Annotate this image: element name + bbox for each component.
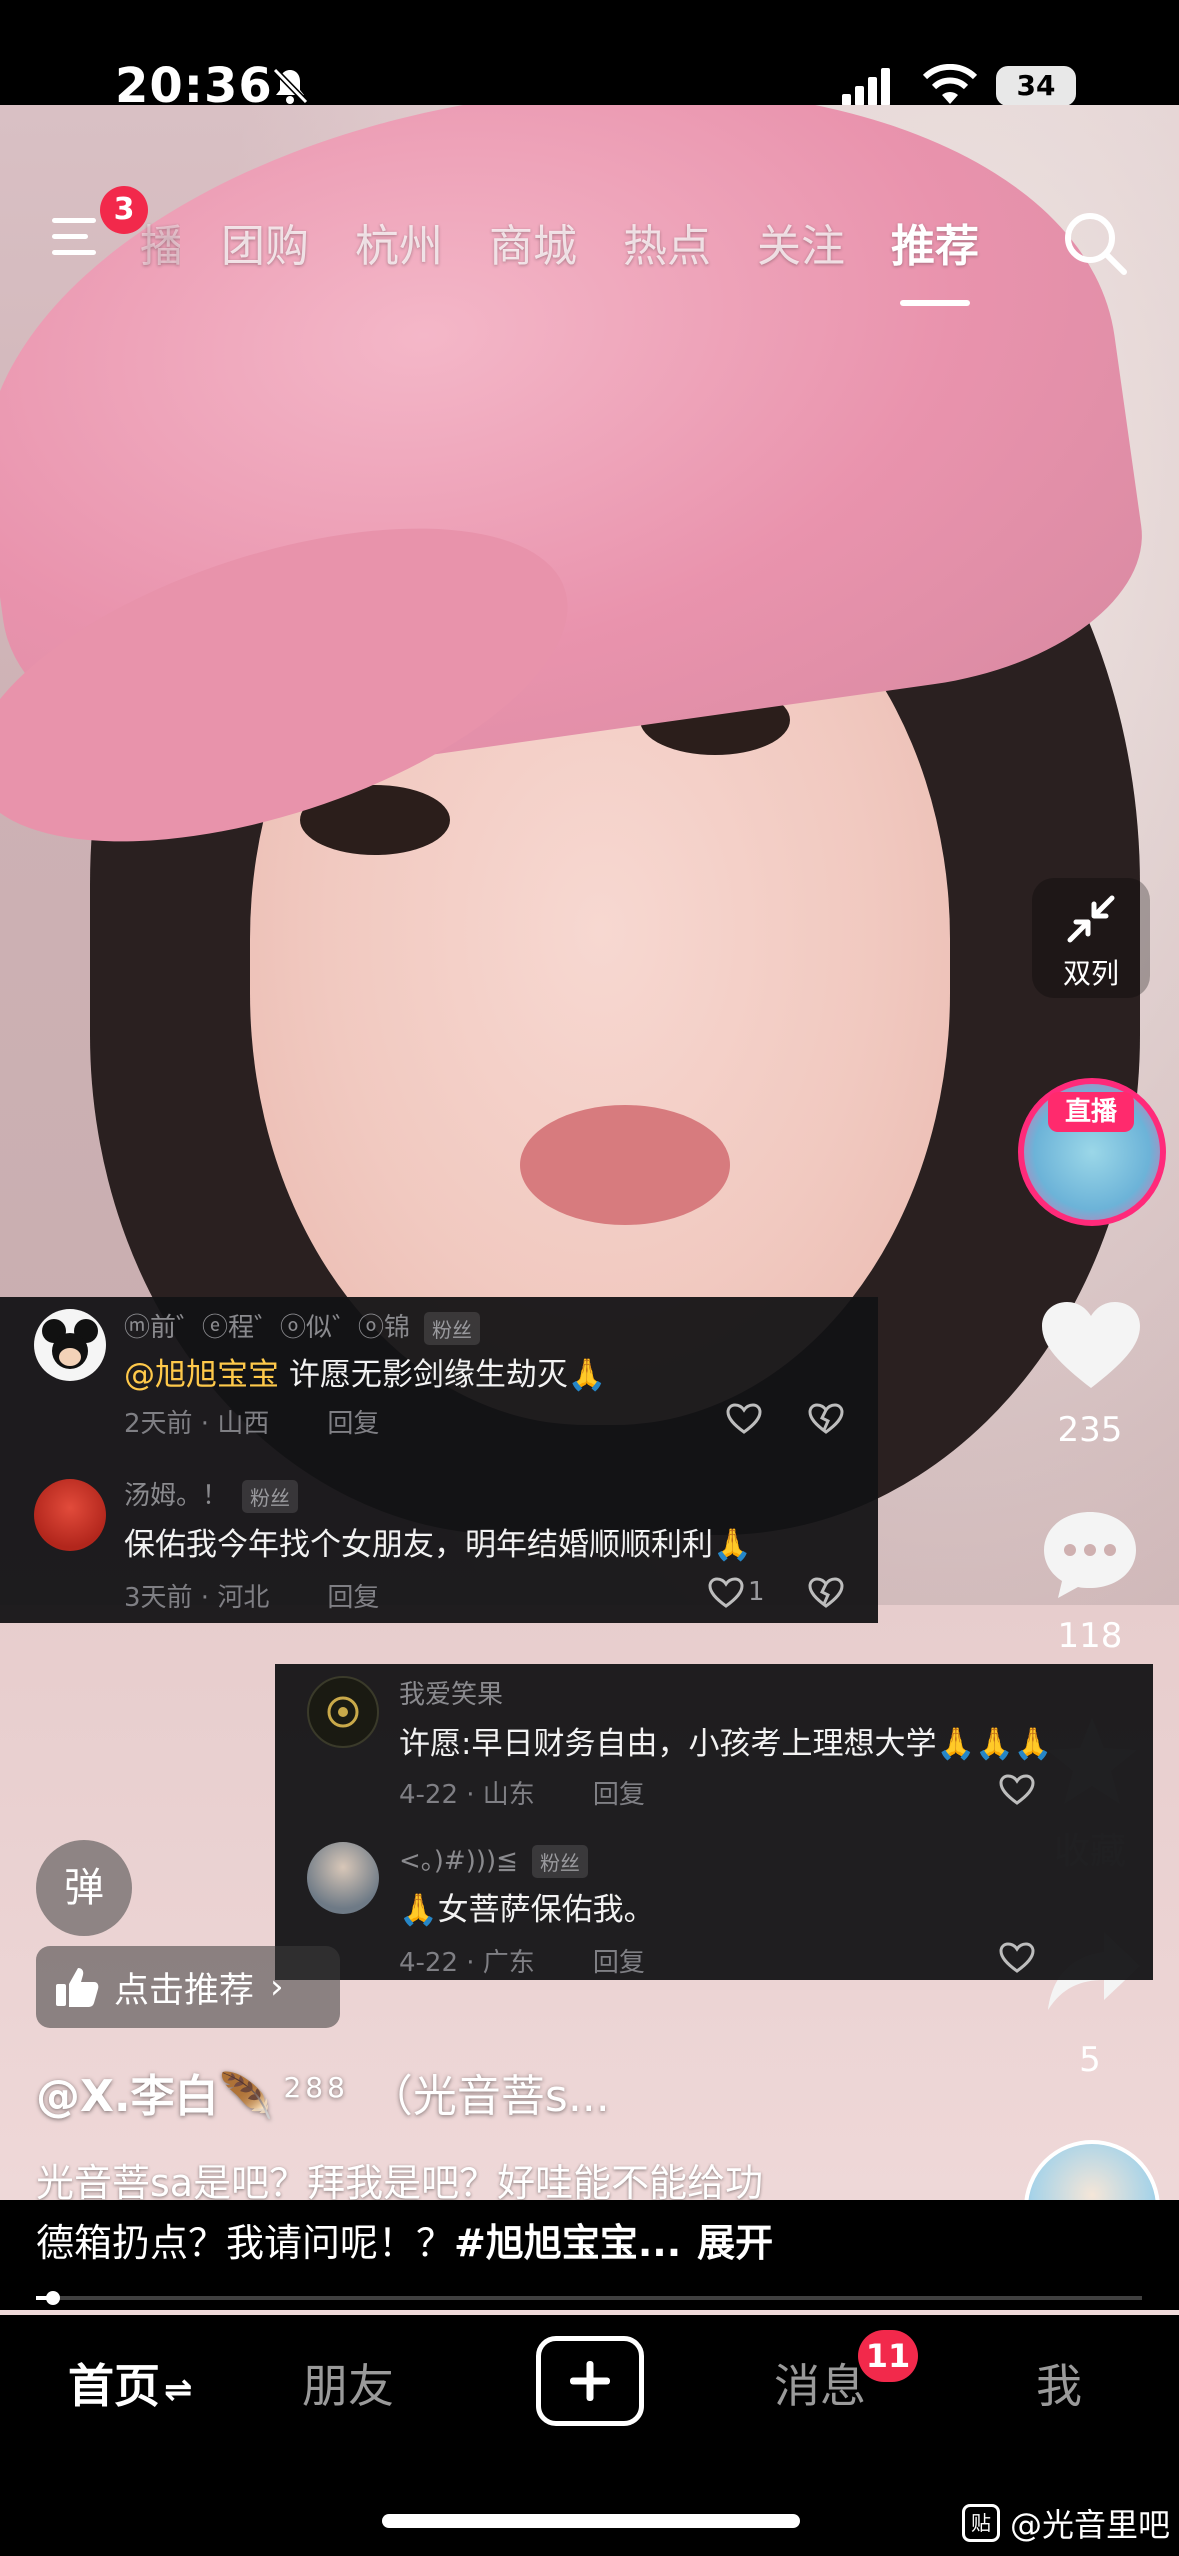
wifi-icon: [922, 64, 978, 104]
collapse-arrows-icon: [1067, 895, 1115, 943]
search-icon[interactable]: [1060, 208, 1132, 280]
tieba-logo-icon: 贴: [962, 2504, 1000, 2542]
heart-outline-icon[interactable]: [726, 1403, 762, 1435]
author-level: 288: [283, 2071, 349, 2104]
dual-column-label: 双列: [1062, 957, 1119, 990]
heart-outline-icon[interactable]: [999, 1942, 1035, 1974]
heart-outline-icon[interactable]: [999, 1774, 1035, 1806]
watermark-text: @光音里吧: [1010, 2506, 1171, 2544]
battery-indicator: 34: [996, 66, 1076, 106]
dual-column-button[interactable]: 双列: [1032, 878, 1150, 998]
reply-button[interactable]: 回复: [593, 1948, 645, 1978]
bell-mute-icon: [272, 67, 309, 105]
recommend-button[interactable]: 点击推荐 ›: [36, 1946, 340, 2028]
commenter-avatar[interactable]: [307, 1676, 379, 1748]
heart-icon[interactable]: [1040, 1300, 1142, 1392]
comment-text: @旭旭宝宝 许愿无影剑缘生劫灭🙏: [124, 1357, 607, 1393]
tab-messages[interactable]: 消息: [774, 2350, 866, 2416]
broken-heart-icon[interactable]: [808, 1403, 844, 1435]
comment-item[interactable]: 我爱笑果 许愿:早日财务自由，小孩考上理想大学🙏🙏🙏 4-22 · 山东 回复: [275, 1664, 1153, 1824]
like-count: 235: [1057, 1410, 1123, 1450]
thumbs-up-icon: [56, 1968, 99, 2007]
reply-button[interactable]: 回复: [327, 1409, 379, 1439]
tab-me[interactable]: 我: [1036, 2350, 1082, 2416]
video-progress-handle[interactable]: [45, 2291, 60, 2305]
comment-item[interactable]: <。)#)))≦ 粉丝 🙏女菩萨保佑我。 4-22 · 广东 回复: [275, 1824, 1153, 1980]
tab-following[interactable]: 关注: [734, 210, 868, 280]
tab-group-buy[interactable]: 团购: [198, 210, 332, 280]
tab-mall[interactable]: 商城: [466, 210, 600, 280]
comment-item[interactable]: 汤姆。！ 粉丝 保佑我今年找个女朋友，明年结婚顺顺利利🙏 3天前 · 河北 回复 1: [0, 1457, 878, 1623]
chevron-right-icon: ›: [270, 1967, 284, 2007]
commenter-name[interactable]: ⓜ前゛ⓔ程゛ⓞ似゛ⓞ锦 粉丝: [124, 1307, 481, 1345]
commenter-avatar[interactable]: [34, 1479, 106, 1551]
caption-line-2: 德箱扔点？我请问呢！？#旭旭宝宝... 展开: [36, 2221, 774, 2265]
share-count: 5: [1079, 2040, 1101, 2080]
comment-card: ⓜ前゛ⓔ程゛ⓞ似゛ⓞ锦 粉丝 @旭旭宝宝 许愿无影剑缘生劫灭🙏 2天前 · 山西回…: [0, 1297, 878, 1623]
comment-text: 🙏女菩萨保佑我。: [399, 1892, 655, 1928]
hashtag-link[interactable]: #旭旭宝宝...: [454, 2221, 681, 2265]
comment-card: 我爱笑果 许愿:早日财务自由，小孩考上理想大学🙏🙏🙏 4-22 · 山东 回复 <…: [275, 1664, 1153, 1980]
commenter-name[interactable]: 汤姆。！ 粉丝: [124, 1475, 299, 1513]
mouse-avatar-icon: [42, 1319, 98, 1369]
fan-badge: 粉丝: [242, 1480, 299, 1513]
comment-meta: 2天前 · 山西 回复: [124, 1409, 380, 1439]
comment-like-count: 1: [748, 1577, 765, 1607]
commenter-avatar[interactable]: [34, 1309, 106, 1381]
commenter-avatar[interactable]: [307, 1842, 379, 1914]
comment-meta: 3天前 · 河北 回复: [124, 1583, 380, 1613]
tab-city[interactable]: 杭州: [332, 210, 466, 280]
live-tag: 直播: [1048, 1092, 1134, 1132]
status-bar: 20:36 34: [0, 0, 1179, 114]
home-indicator[interactable]: [382, 2514, 800, 2528]
comment-text: 保佑我今年找个女朋友，明年结婚顺顺利利🙏: [124, 1527, 752, 1563]
reply-button[interactable]: 回复: [327, 1583, 379, 1613]
tab-trending[interactable]: 热点: [600, 210, 734, 280]
comment-text: 许愿:早日财务自由，小孩考上理想大学🙏🙏🙏: [399, 1726, 1053, 1762]
heart-outline-icon[interactable]: [708, 1577, 744, 1609]
mention-link[interactable]: @旭旭宝宝: [124, 1357, 279, 1393]
reply-button[interactable]: 回复: [593, 1780, 645, 1810]
commenter-name[interactable]: 我爱笑果: [399, 1674, 503, 1711]
tab-recommended[interactable]: 推荐: [868, 210, 1002, 280]
commenter-name[interactable]: <。)#)))≦ 粉丝: [399, 1840, 588, 1878]
broken-heart-icon[interactable]: [808, 1577, 844, 1609]
comment-meta: 4-22 · 山东 回复: [399, 1780, 645, 1810]
top-tabs: 播 团购 杭州 商城 热点 关注 推荐: [140, 210, 1002, 280]
video-progress-bar[interactable]: [36, 2291, 1142, 2305]
comment-meta: 4-22 · 广东 回复: [399, 1948, 645, 1978]
create-plus-button[interactable]: [536, 2336, 644, 2426]
tab-home[interactable]: 首页 ⇌: [68, 2350, 193, 2416]
comment-item[interactable]: ⓜ前゛ⓔ程゛ⓞ似゛ⓞ锦 粉丝 @旭旭宝宝 许愿无影剑缘生劫灭🙏 2天前 · 山西回…: [0, 1297, 878, 1457]
comment-bubble-icon[interactable]: [1040, 1508, 1140, 1600]
fan-badge: 粉丝: [424, 1312, 481, 1345]
danmaku-toggle-button[interactable]: 弹: [36, 1840, 132, 1936]
expand-button[interactable]: 展开: [697, 2221, 773, 2265]
comment-count: 118: [1057, 1616, 1123, 1656]
emblem-avatar-icon: [327, 1696, 359, 1728]
cellular-signal-icon: [842, 68, 890, 106]
recommend-label: 点击推荐: [114, 1970, 255, 2011]
watermark: 贴 @光音里吧: [962, 2500, 1170, 2546]
author-name[interactable]: @X.李白🪶 288 （光音菩s...: [36, 2060, 610, 2124]
tab-partial[interactable]: 播: [140, 210, 180, 280]
fan-badge: 粉丝: [531, 1845, 588, 1878]
caption-line-1: 光音菩sa是吧？拜我是吧？好哇能不能给功: [36, 2161, 764, 2205]
swap-arrows-icon: ⇌: [164, 2369, 193, 2410]
video-lips: [520, 1105, 730, 1225]
messages-badge: 11: [858, 2330, 918, 2382]
tab-friends[interactable]: 朋友: [302, 2350, 394, 2416]
